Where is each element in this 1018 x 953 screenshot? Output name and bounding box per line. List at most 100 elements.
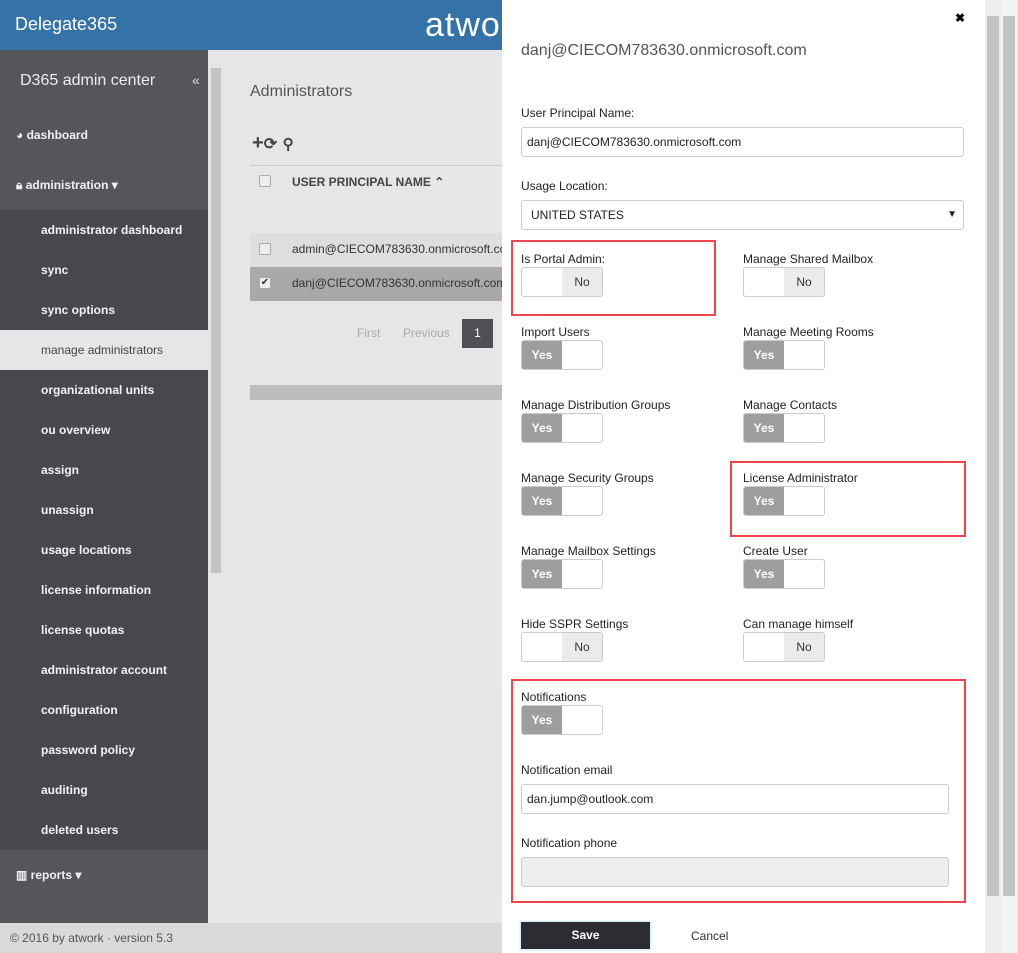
select-all-checkbox[interactable] (259, 175, 271, 187)
toggle-switch[interactable]: Yes (743, 413, 825, 443)
sidebar-item-password-policy[interactable]: password policy (0, 730, 208, 770)
toggle-label: Manage Security Groups (521, 471, 654, 485)
toggle-on-state: Yes (522, 560, 562, 588)
toggle-label: Import Users (521, 325, 590, 339)
atwork-logo: atwork (425, 6, 502, 44)
sidebar: D365 admin center « ◕ dashboard 🔒︎ admin… (0, 50, 208, 923)
toggle-off-state: No (784, 268, 824, 296)
sidebar-item-administrator-dashboard[interactable]: administrator dashboard (0, 210, 208, 250)
toggle-label: Manage Meeting Rooms (743, 325, 874, 339)
toggle-label: Manage Contacts (743, 398, 838, 412)
caret-down-icon: ▾ (108, 178, 118, 192)
toolbar: +⟳ ⚲ (252, 132, 294, 155)
sidebar-item-sync-options[interactable]: sync options (0, 290, 208, 330)
toggle-switch[interactable]: No (743, 267, 825, 297)
pager-first[interactable]: First (357, 326, 380, 340)
toggle-off-state: No (562, 633, 602, 661)
toggle-label: Create User (743, 544, 808, 558)
scrollbar-thumb[interactable] (211, 68, 221, 573)
toggle-label: Manage Shared Mailbox (743, 252, 874, 266)
administration-submenu: administrator dashboard sync sync options m… (0, 210, 208, 850)
toggle-switch[interactable]: Yes (743, 559, 825, 589)
toggle-handle (522, 633, 562, 661)
search-icon[interactable]: ⚲ (283, 136, 294, 153)
sidebar-item-label: reports (30, 868, 73, 882)
sidebar-item-sync[interactable]: sync (0, 250, 208, 290)
sidebar-item-auditing[interactable]: auditing (0, 770, 208, 810)
toggle-handle (562, 414, 602, 442)
sidebar-item-license-quotas[interactable]: license quotas (0, 610, 208, 650)
table-row[interactable]: admin@CIECOM783630.onmicrosoft.com (250, 233, 516, 267)
toggle-label: Hide SSPR Settings (521, 617, 629, 631)
highlight-box-portal-admin (511, 240, 716, 316)
scrollbar-thumb[interactable] (1003, 16, 1015, 896)
caret-down-icon: ▾ (72, 868, 82, 882)
save-button[interactable]: Save (521, 922, 650, 949)
sidebar-scrollbar[interactable] (208, 50, 224, 923)
upn-input[interactable]: danj@CIECOM783630.onmicrosoft.com (521, 127, 964, 157)
edit-admin-panel: ✖ danj@CIECOM783630.onmicrosoft.com User… (502, 0, 985, 953)
column-header-upn[interactable]: USER PRINCIPAL NAME ⌃ (292, 175, 444, 189)
page-title: Administrators (250, 83, 353, 100)
sidebar-item-deleted-users[interactable]: deleted users (0, 810, 208, 850)
row-checkbox-checked[interactable]: ✔ (259, 277, 271, 289)
page-scrollbar[interactable] (1001, 0, 1017, 953)
usage-location-select[interactable]: UNITED STATES ▼ (521, 200, 964, 230)
divider (250, 165, 502, 166)
toggle-on-state: Yes (522, 414, 562, 442)
toggle-switch[interactable]: Yes (743, 340, 825, 370)
toggle-handle (784, 560, 824, 588)
dashboard-icon: ◕ (16, 128, 27, 142)
sidebar-item-configuration[interactable]: configuration (0, 690, 208, 730)
toggle-switch[interactable]: Yes (521, 486, 603, 516)
sidebar-title: D365 admin center (20, 72, 156, 89)
toggle-switch[interactable]: Yes (521, 559, 603, 589)
pager-page-1[interactable]: 1 (462, 319, 493, 348)
sidebar-item-administration[interactable]: 🔒︎ administration ▾ (16, 178, 118, 193)
sidebar-item-administrator-account[interactable]: administrator account (0, 650, 208, 690)
table-row-selected[interactable]: ✔ danj@CIECOM783630.onmicrosoft.com (250, 267, 506, 301)
sidebar-item-organizational-units[interactable]: organizational units (0, 370, 208, 410)
sidebar-item-reports[interactable]: ▥ reports ▾ (16, 868, 81, 882)
toggle-switch[interactable]: Yes (521, 413, 603, 443)
panel-scrollbar[interactable] (985, 0, 1001, 953)
toggle-handle (784, 414, 824, 442)
toggle-off-state: No (784, 633, 824, 661)
sidebar-item-assign[interactable]: assign (0, 450, 208, 490)
toggle-switch[interactable]: Yes (521, 340, 603, 370)
sidebar-item-manage-administrators[interactable]: manage administrators (0, 330, 208, 370)
collapse-sidebar-button[interactable]: « (192, 72, 200, 88)
toggle-on-state: Yes (522, 341, 562, 369)
dropdown-arrow-icon: ▼ (947, 209, 957, 220)
cancel-button[interactable]: Cancel (691, 929, 728, 943)
horizontal-scrollbar[interactable] (250, 385, 502, 400)
close-icon[interactable]: ✖ (955, 11, 965, 25)
toggle-switch[interactable]: No (521, 632, 603, 662)
toggle-handle (562, 341, 602, 369)
sidebar-item-usage-locations[interactable]: usage locations (0, 530, 208, 570)
pager-previous[interactable]: Previous (403, 326, 450, 340)
upn-label: User Principal Name: (521, 106, 635, 120)
toggle-label: Can manage himself (743, 617, 854, 631)
sidebar-item-label: administration (25, 178, 109, 192)
refresh-icon[interactable]: ⟳ (264, 136, 277, 153)
sidebar-item-label: dashboard (26, 128, 88, 142)
add-icon[interactable]: + (252, 132, 264, 154)
sidebar-item-dashboard[interactable]: ◕ dashboard (16, 128, 88, 142)
row-upn: admin@CIECOM783630.onmicrosoft.com (292, 242, 517, 256)
scrollbar-thumb[interactable] (987, 16, 999, 896)
sidebar-item-unassign[interactable]: unassign (0, 490, 208, 530)
highlight-box-notifications (511, 679, 966, 903)
brand-name[interactable]: Delegate365 (15, 14, 117, 35)
bar-chart-icon: ▥ (16, 868, 31, 882)
toggle-on-state: Yes (522, 487, 562, 515)
sidebar-item-license-information[interactable]: license information (0, 570, 208, 610)
panel-title: danj@CIECOM783630.onmicrosoft.com (521, 42, 807, 59)
toggle-label: Manage Distribution Groups (521, 398, 671, 412)
sidebar-item-ou-overview[interactable]: ou overview (0, 410, 208, 450)
toggle-on-state: Yes (744, 560, 784, 588)
row-checkbox[interactable] (259, 243, 271, 255)
toggle-switch[interactable]: No (743, 632, 825, 662)
toggle-handle (562, 487, 602, 515)
selected-value: UNITED STATES (531, 208, 624, 222)
